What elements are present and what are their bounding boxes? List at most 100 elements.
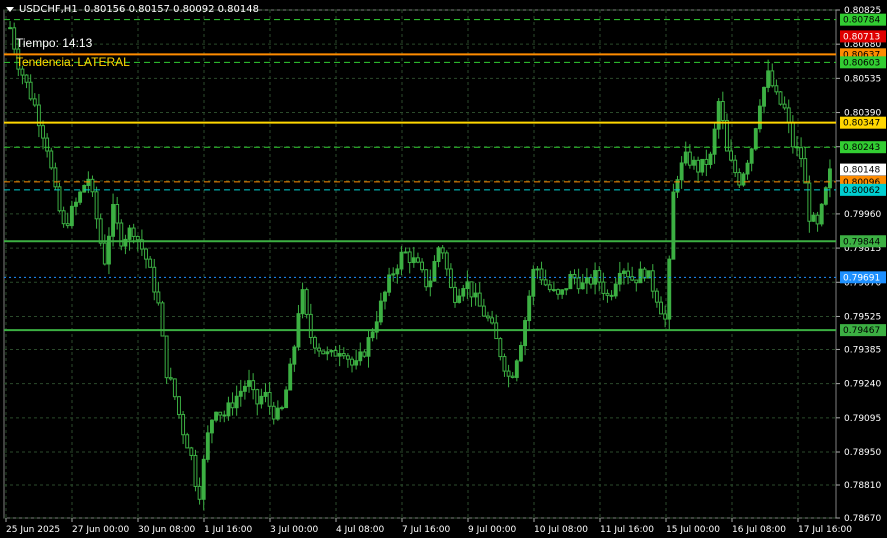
- candle-body: [177, 396, 181, 416]
- candle-body: [312, 336, 317, 349]
- candle-body: [457, 295, 462, 303]
- candle-body: [168, 377, 173, 380]
- price-chart[interactable]: 0.808250.806800.805350.803900.802450.801…: [0, 0, 887, 538]
- candle-body: [704, 158, 709, 165]
- candle-body: [807, 182, 812, 222]
- candle-body: [539, 268, 544, 281]
- candle-body: [518, 345, 523, 362]
- x-tick-label: 3 Jul 00:00: [270, 525, 319, 535]
- candle-body: [131, 227, 136, 237]
- candle-body: [226, 402, 231, 417]
- candle-body: [481, 305, 486, 317]
- candle-body: [119, 222, 124, 247]
- y-tick-label: 0.80535: [844, 74, 881, 84]
- candle-body: [700, 158, 705, 173]
- price-tag-label: 0.80713: [843, 32, 880, 42]
- candle-body: [465, 281, 470, 290]
- candle-body: [770, 70, 775, 87]
- candle-body: [205, 432, 210, 460]
- candle-body: [201, 458, 206, 500]
- candle-body: [65, 223, 70, 227]
- price-tag-label: 0.80148: [843, 166, 880, 176]
- candle-body: [708, 153, 713, 165]
- candle-body: [617, 272, 622, 285]
- candle-body: [564, 288, 569, 291]
- candle-body: [766, 70, 771, 88]
- candle-body: [8, 27, 13, 30]
- y-tick-label: 0.78950: [844, 448, 881, 458]
- candle-body: [57, 186, 62, 212]
- candle-body: [424, 269, 429, 288]
- candle-body: [733, 159, 738, 174]
- candle-body: [78, 191, 83, 203]
- candle-body: [20, 68, 25, 76]
- candle-body: [749, 148, 754, 164]
- candle-body: [337, 353, 342, 357]
- candle-body: [621, 270, 626, 274]
- candle-body: [679, 162, 684, 181]
- candle-body: [98, 218, 103, 244]
- x-tick-label: 1 Jul 16:00: [204, 525, 253, 535]
- candle-body: [345, 355, 350, 360]
- x-tick-label: 17 Jul 16:00: [798, 525, 852, 535]
- candle-body: [790, 122, 795, 148]
- candle-body: [650, 270, 655, 292]
- candle-body: [663, 313, 668, 320]
- candle-body: [597, 270, 602, 283]
- candle-body: [189, 447, 194, 456]
- candle-body: [745, 162, 750, 175]
- candle-body: [321, 350, 326, 355]
- candle-body: [366, 337, 371, 357]
- y-tick-label: 0.79240: [844, 380, 881, 390]
- candle-body: [238, 390, 243, 397]
- y-tick-label: 0.79385: [844, 345, 881, 355]
- candle-body: [86, 178, 91, 186]
- candle-body: [185, 434, 190, 449]
- candle-body: [28, 81, 33, 100]
- candle-body: [551, 289, 556, 292]
- candle-body: [613, 283, 618, 297]
- candle-body: [506, 370, 511, 377]
- candle-body: [420, 261, 425, 271]
- candle-body: [477, 292, 482, 307]
- candle-body: [74, 201, 78, 207]
- candle-body: [729, 150, 734, 161]
- candle-body: [271, 405, 276, 420]
- candle-body: [461, 288, 466, 297]
- candle-body: [659, 301, 663, 315]
- candle-body: [654, 290, 659, 303]
- chevron-down-icon[interactable]: [6, 6, 14, 12]
- candle-body: [399, 251, 404, 270]
- chart-window[interactable]: 0.808250.806800.805350.803900.802450.801…: [0, 0, 887, 538]
- candle-body: [453, 286, 457, 303]
- candle-body: [152, 266, 157, 293]
- candle-body: [45, 137, 50, 152]
- candle-body: [24, 74, 29, 83]
- price-tag-label: 0.80347: [843, 119, 880, 129]
- candle-body: [778, 91, 783, 105]
- candle-body: [696, 159, 701, 173]
- candle-body: [601, 281, 606, 294]
- candle-body: [720, 101, 725, 121]
- candle-body: [209, 419, 214, 434]
- candle-body: [741, 173, 746, 186]
- candle-body: [543, 279, 548, 286]
- candle-body: [609, 294, 614, 297]
- price-tag-label: 0.80243: [843, 143, 880, 153]
- candle-body: [317, 347, 322, 352]
- x-tick-label: 10 Jul 08:00: [534, 525, 588, 535]
- candle-body: [53, 167, 58, 188]
- candle-body: [514, 360, 519, 378]
- y-tick-label: 0.79095: [844, 414, 881, 424]
- candle-body: [403, 251, 408, 254]
- candle-body: [82, 184, 87, 193]
- candle-body: [473, 292, 478, 298]
- candle-body: [547, 284, 552, 291]
- candle-body: [444, 252, 449, 270]
- candle-body: [642, 268, 647, 279]
- candle-body: [251, 380, 256, 391]
- y-tick-label: 0.78670: [844, 514, 881, 524]
- candle-body: [275, 407, 280, 420]
- candle-body: [90, 178, 95, 193]
- candle-body: [304, 289, 309, 315]
